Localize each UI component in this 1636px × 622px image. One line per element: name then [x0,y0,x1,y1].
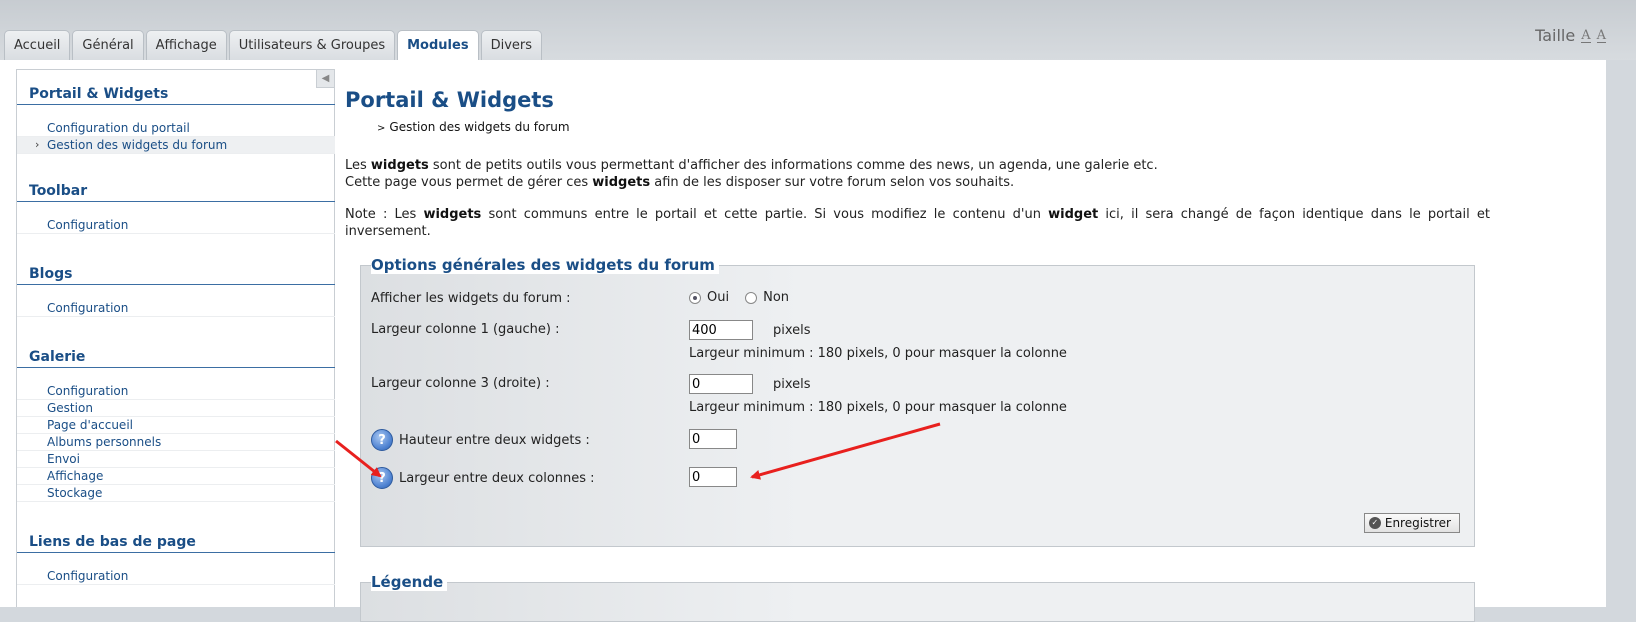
note-bold: widgets [423,207,482,222]
radio-oui-label[interactable]: Oui [707,290,729,305]
col1-hint: Largeur minimum : 180 pixels, 0 pour mas… [689,346,1067,361]
widget-gap-input[interactable] [689,429,737,449]
column-gap-label: Largeur entre deux colonnes : [399,471,595,486]
font-size-control: Taille A A [1535,26,1606,45]
col1-width-label: Largeur colonne 1 (gauche) : [371,322,560,337]
col1-unit: pixels [773,323,811,338]
column-gap-input[interactable] [689,467,737,487]
show-widgets-radio-group: Oui Non [689,290,799,305]
main-tabs: Accueil Général Affichage Utilisateurs &… [4,30,543,61]
sidebar-item-galerie-affichage[interactable]: Affichage [17,468,335,485]
col3-width-label: Largeur colonne 3 (droite) : [371,376,550,391]
tab-modules[interactable]: Modules [397,30,479,61]
checkmark-icon: ✓ [1368,517,1381,529]
sidebar-section-portail: Portail & Widgets [17,86,335,105]
sidebar-list-portail: Configuration du portail › Gestion des wi… [17,120,335,154]
sidebar-item-galerie-stockage[interactable]: Stockage [17,485,335,502]
save-button[interactable]: ✓ Enregistrer [1363,513,1460,533]
sidebar-item-galerie-albums[interactable]: Albums personnels [17,434,335,451]
intro-text: Les [345,158,371,173]
top-bar: Accueil Général Affichage Utilisateurs &… [0,0,1636,61]
sidebar-list-toolbar: Configuration [17,217,335,234]
col3-hint: Largeur minimum : 180 pixels, 0 pour mas… [689,400,1067,415]
sidebar-item-liens-configuration[interactable]: Configuration [17,568,335,585]
breadcrumb: > Gestion des widgets du forum [377,120,570,134]
note-paragraph: Note : Les widgets sont communs entre le… [345,206,1490,240]
sidebar: ◀ Portail & Widgets Configuration du por… [16,69,335,607]
main-panel: ◀ Portail & Widgets Configuration du por… [0,60,1606,622]
sidebar-item-blogs-configuration[interactable]: Configuration [17,300,335,317]
intro-text: afin de les disposer sur votre forum sel… [650,175,1015,190]
sidebar-item-galerie-envoi[interactable]: Envoi [17,451,335,468]
col1-width-input[interactable] [689,320,753,340]
note-text: Note : Les [345,207,424,222]
chevron-right-icon: > [377,123,386,134]
intro-paragraph: Les widgets sont de petits outils vous p… [345,157,1490,191]
options-legend: Options générales des widgets du forum [371,256,719,274]
font-decrease-icon[interactable]: A [1581,29,1591,43]
radio-non[interactable] [745,291,758,304]
tab-general[interactable]: Général [72,30,144,60]
sidebar-section-blogs: Blogs [17,266,335,285]
show-widgets-label: Afficher les widgets du forum : [371,291,571,306]
save-label: Enregistrer [1384,516,1451,530]
intro-text: sont de petits outils vous permettant d'… [428,158,1158,173]
radio-non-label[interactable]: Non [763,290,789,305]
sidebar-item-galerie-gestion[interactable]: Gestion [17,400,335,417]
note-bold: widget [1048,207,1099,222]
col3-width-input[interactable] [689,374,753,394]
tab-divers[interactable]: Divers [480,30,543,60]
sidebar-item-label: Gestion des widgets du forum [47,138,228,152]
breadcrumb-label: Gestion des widgets du forum [389,120,570,134]
sidebar-list-liens: Configuration [17,568,335,585]
chevron-right-icon: › [35,138,40,151]
intro-bold: widgets [370,158,429,173]
options-fieldset: Options générales des widgets du forum A… [360,256,1475,547]
legend-fieldset: Légende [360,573,1475,622]
sidebar-item-configuration-portail[interactable]: Configuration du portail [17,120,335,137]
col3-unit: pixels [773,377,811,392]
intro-text: Cette page vous permet de gérer ces [345,175,593,190]
sidebar-section-toolbar: Toolbar [17,183,335,202]
sidebar-item-galerie-accueil[interactable]: Page d'accueil [17,417,335,434]
tab-affichage[interactable]: Affichage [145,30,227,60]
widget-gap-label: Hauteur entre deux widgets : [399,433,590,448]
sidebar-item-gestion-widgets[interactable]: › Gestion des widgets du forum [17,137,335,154]
note-text: sont communs entre le portail et cette p… [481,207,1049,222]
sidebar-list-galerie: Configuration Gestion Page d'accueil Alb… [17,383,335,502]
help-icon[interactable]: ? [371,429,393,451]
sidebar-item-galerie-configuration[interactable]: Configuration [17,383,335,400]
sidebar-section-galerie: Galerie [17,349,335,368]
radio-oui[interactable] [689,291,701,304]
tab-accueil[interactable]: Accueil [4,30,71,60]
intro-bold: widgets [592,175,651,190]
font-increase-icon[interactable]: A [1596,29,1606,43]
sidebar-list-blogs: Configuration [17,300,335,317]
taille-label: Taille [1535,26,1576,45]
sidebar-section-liens: Liens de bas de page [17,534,335,553]
page-title: Portail & Widgets [345,88,554,112]
sidebar-item-toolbar-configuration[interactable]: Configuration [17,217,335,234]
legend-title: Légende [371,573,448,591]
content-area: Portail & Widgets > Gestion des widgets d… [345,60,1605,622]
help-icon[interactable]: ? [371,467,393,489]
tab-utilisateurs-groupes[interactable]: Utilisateurs & Groupes [228,30,396,60]
